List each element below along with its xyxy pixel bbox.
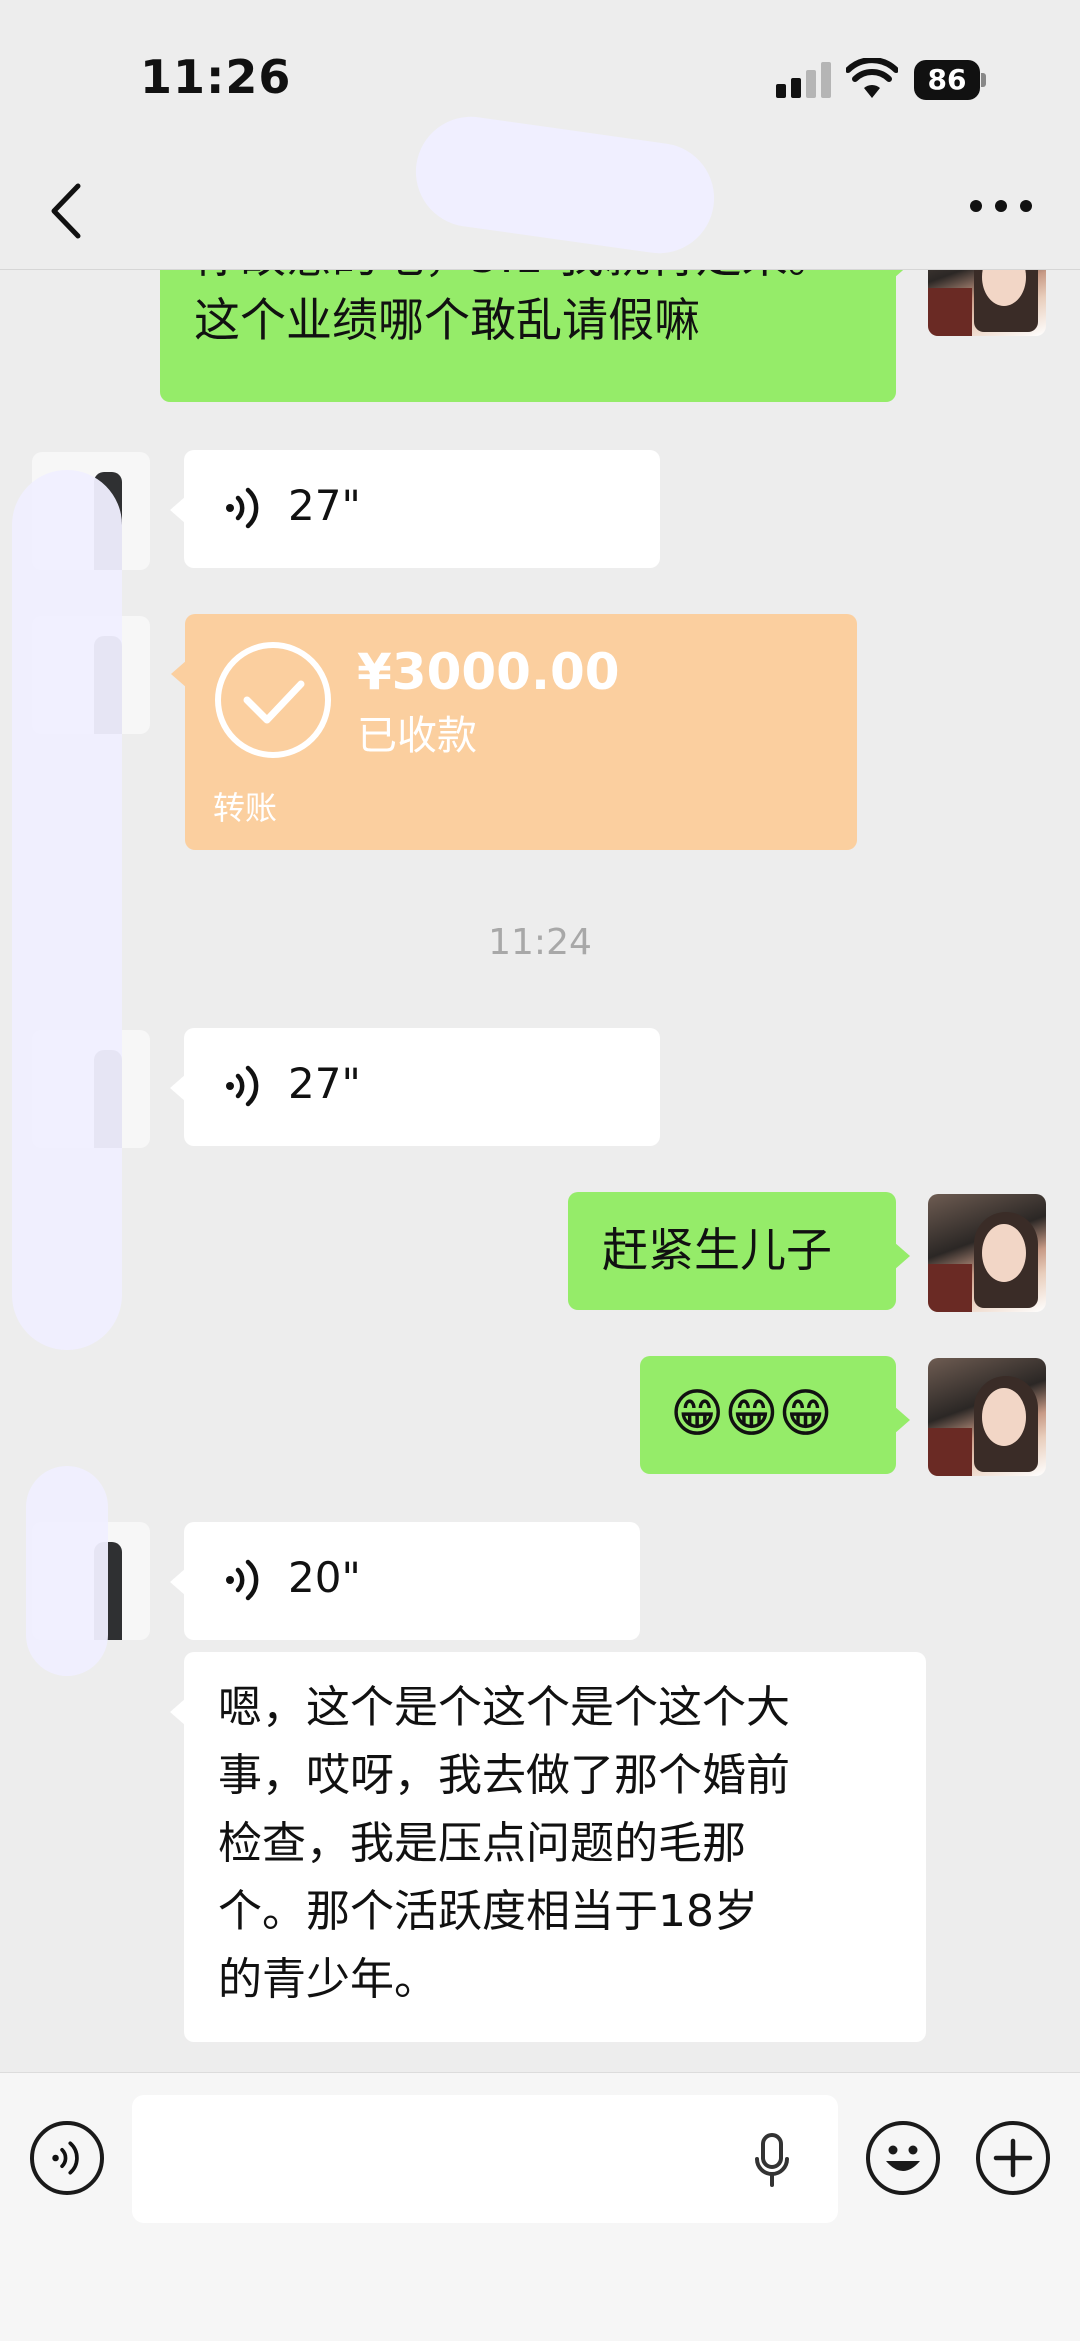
voice-wave-icon [226, 487, 259, 529]
message-list[interactable]: 你故意的吧，5.1 我就肯定来。 这个业绩哪个敢乱请假嘛 27" ¥3000.0… [0, 270, 1080, 2072]
emoji-message[interactable]: 😁😁😁 [640, 1356, 910, 1474]
chat-header [0, 109, 1080, 270]
voice-message[interactable]: 20" [170, 1522, 640, 1640]
plus-button[interactable] [976, 2121, 1050, 2195]
my-avatar[interactable] [928, 270, 1046, 336]
battery-icon: 86 [914, 60, 986, 100]
input-bar [0, 2072, 1080, 2341]
transfer-amount: ¥3000.00 [357, 643, 620, 701]
cellular-signal-icon [776, 62, 832, 98]
voice-duration: 20" [288, 1553, 361, 1602]
more-dots-icon[interactable] [966, 186, 1036, 226]
message-text-line: 你故意的吧，5.1 我就肯定来。 [194, 270, 862, 288]
voice-message[interactable]: 27" [170, 450, 660, 568]
battery-level: 86 [914, 60, 980, 100]
transcription-line: 个。那个活跃度相当于18岁 [218, 1886, 758, 1937]
voice-message[interactable]: 27" [170, 1028, 660, 1146]
avatar-redaction [12, 470, 122, 1350]
chevron-left-icon[interactable] [40, 176, 100, 246]
message-input[interactable] [132, 2095, 838, 2223]
message-text: 赶紧生儿子 [602, 1223, 832, 1277]
transcription-line: 嗯，这个是个这个是个这个大 [218, 1682, 790, 1733]
status-time: 11:26 [140, 50, 292, 104]
voice-transcription[interactable]: 嗯，这个是个这个是个这个大 事，哎呀，我去做了那个婚前 检查，我是压点问题的毛那… [170, 1652, 926, 2042]
plus-icon [993, 2138, 1033, 2178]
message-bubble-sent[interactable]: 你故意的吧，5.1 我就肯定来。 这个业绩哪个敢乱请假嘛 [160, 270, 910, 402]
smiley-icon [886, 2145, 920, 2171]
voice-duration: 27" [288, 481, 361, 530]
my-avatar[interactable] [928, 1194, 1046, 1312]
message-bubble-sent[interactable]: 赶紧生儿子 [568, 1192, 910, 1310]
transcription-line: 检查，我是压点问题的毛那 [218, 1818, 746, 1869]
voice-wave-icon [226, 1065, 259, 1107]
my-avatar[interactable] [928, 1358, 1046, 1476]
wifi-icon [846, 58, 898, 98]
voice-input-button[interactable] [30, 2121, 104, 2195]
microphone-icon[interactable] [754, 2133, 790, 2189]
avatar-redaction [26, 1466, 108, 1676]
transcription-line: 事，哎呀，我去做了那个婚前 [218, 1750, 790, 1801]
timestamp: 11:24 [488, 922, 592, 963]
transfer-label: 转账 [213, 789, 278, 827]
emoji-button[interactable] [866, 2121, 940, 2195]
transfer-status: 已收款 [357, 713, 477, 759]
message-text-line: 这个业绩哪个敢乱请假嘛 [194, 293, 700, 347]
emoji-text: 😁😁😁 [670, 1384, 833, 1444]
voice-wave-icon [52, 2141, 79, 2175]
voice-wave-icon [226, 1559, 259, 1601]
check-circle-icon [215, 642, 331, 758]
voice-duration: 27" [288, 1059, 361, 1108]
transfer-card[interactable]: ¥3000.00 已收款 转账 [171, 614, 857, 850]
transcription-line: 的青少年。 [218, 1954, 438, 2005]
